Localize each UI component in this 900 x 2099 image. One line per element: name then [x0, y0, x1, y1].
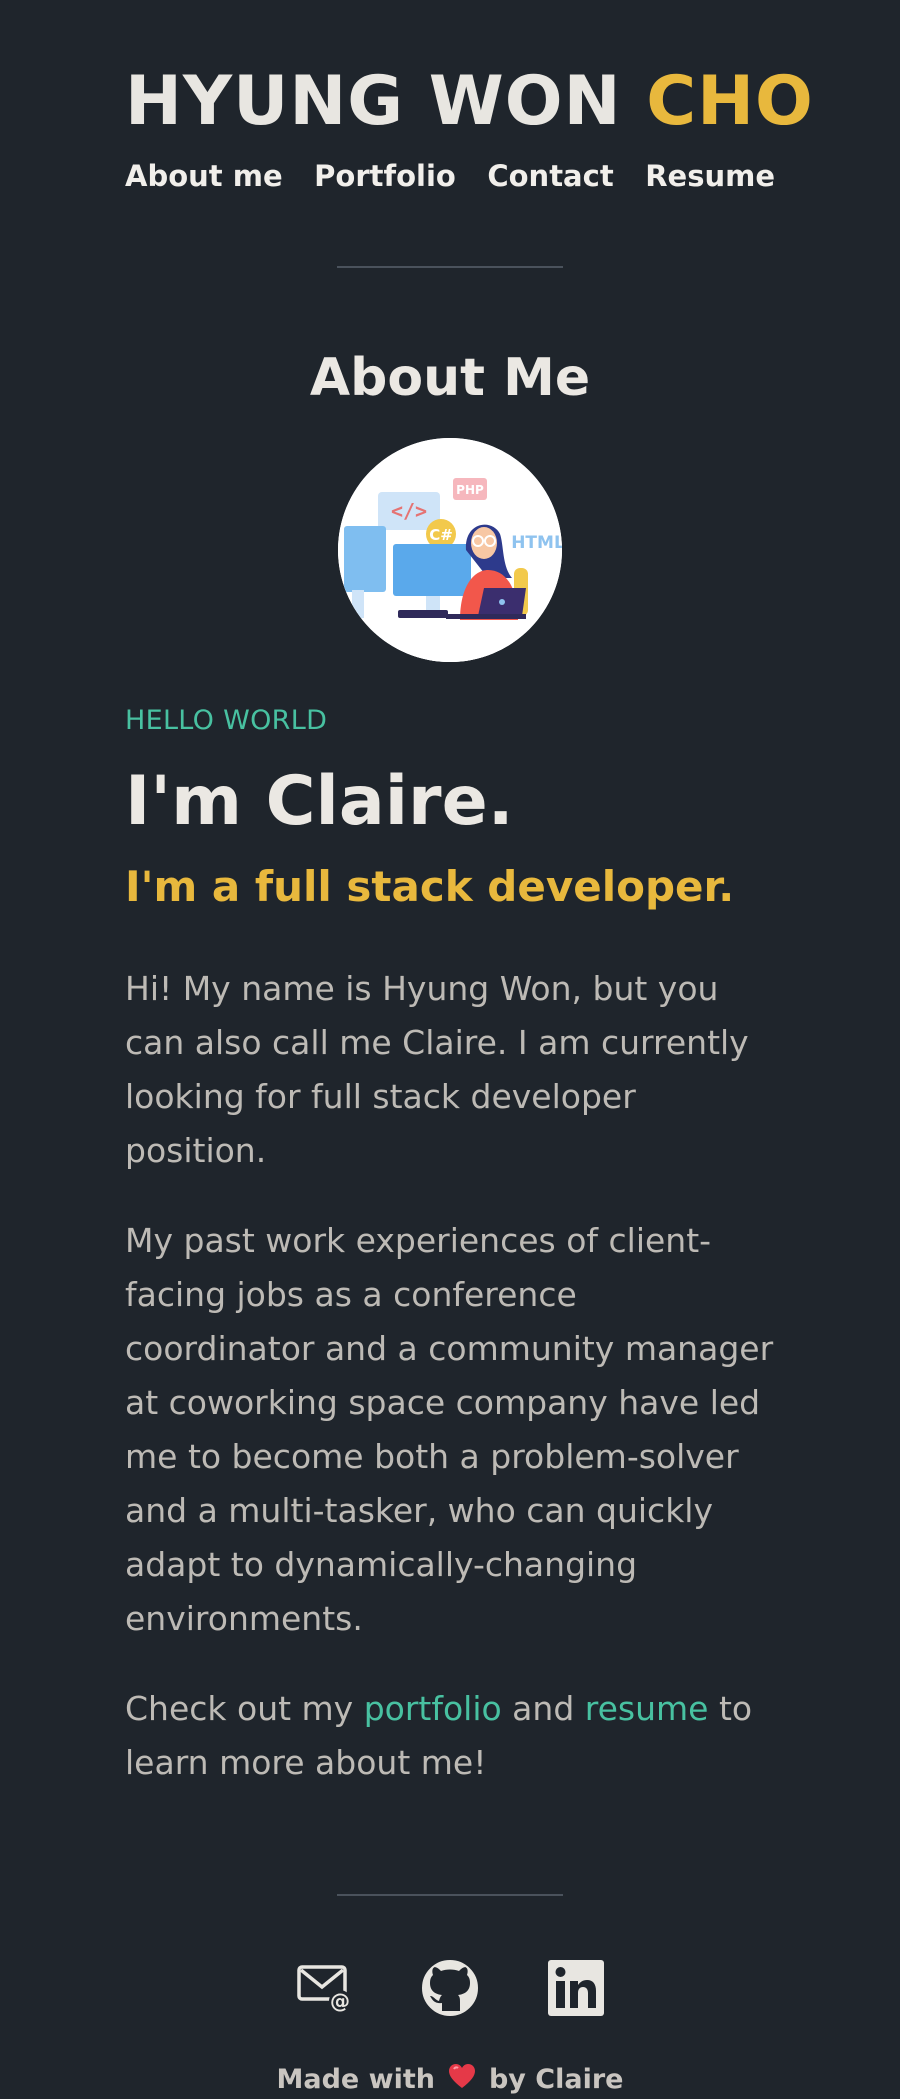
site-footer: Made with by Claire [125, 2062, 775, 2099]
nav-portfolio[interactable]: Portfolio [314, 156, 456, 196]
page: HYUNG WON CHO About me Portfolio Contact… [125, 0, 813, 2099]
cta-paragraph: Check out my portfolio and resume to lea… [125, 1682, 775, 1790]
site-header: HYUNG WON CHO About me Portfolio Contact… [125, 0, 813, 196]
github-icon[interactable] [422, 1960, 478, 2016]
brand-first-name: HYUNG WON [125, 62, 622, 141]
header-divider [337, 266, 563, 268]
nav-resume[interactable]: Resume [645, 156, 775, 196]
site-brand[interactable]: HYUNG WON CHO [125, 62, 813, 142]
section-title: About Me [309, 348, 591, 408]
avatar: </> PHP C# HTML [338, 438, 562, 662]
about-section: About Me </> PHP C# HTML HELLO WORLD I'm… [125, 348, 775, 1790]
brand-last-name: CHO [646, 62, 814, 141]
github-icon-graphic [422, 1960, 478, 2016]
email-icon[interactable]: @ [296, 1960, 352, 2016]
name-heading: I'm Claire. [125, 762, 514, 841]
svg-text:@: @ [330, 1989, 350, 2013]
greeting: HELLO WORLD [125, 705, 328, 736]
resume-link[interactable]: resume [585, 1689, 709, 1728]
footer-divider [337, 1894, 563, 1896]
developer-illustration: </> PHP C# HTML [338, 438, 562, 662]
role-heading: I'm a full stack developer. [125, 862, 735, 911]
avatar-badge-csharp: C# [429, 526, 453, 544]
nav-about-me[interactable]: About me [125, 156, 283, 196]
avatar-badge-html: HTML [511, 533, 562, 553]
social-links: @ [125, 1960, 775, 2016]
avatar-badge-code: </> [391, 499, 427, 523]
linkedin-icon[interactable] [548, 1960, 604, 2016]
main-nav: About me Portfolio Contact Resume [125, 156, 775, 196]
heart-icon [447, 2062, 477, 2099]
intro-paragraph: Hi! My name is Hyung Won, but you can al… [125, 969, 749, 1170]
footer-text-after: by Claire [488, 2064, 624, 2095]
linkedin-icon-graphic [548, 1960, 604, 2016]
cta-text-before: Check out my [125, 1689, 364, 1728]
footer-text-before: Made with [276, 2064, 435, 2095]
experience-paragraph: My past work experiences of client-facin… [125, 1221, 774, 1638]
avatar-badge-php: PHP [456, 483, 484, 497]
nav-contact[interactable]: Contact [487, 156, 613, 196]
portfolio-link[interactable]: portfolio [364, 1689, 502, 1728]
cta-text-middle: and [501, 1689, 585, 1728]
email-icon-graphic: @ [297, 1965, 351, 2013]
